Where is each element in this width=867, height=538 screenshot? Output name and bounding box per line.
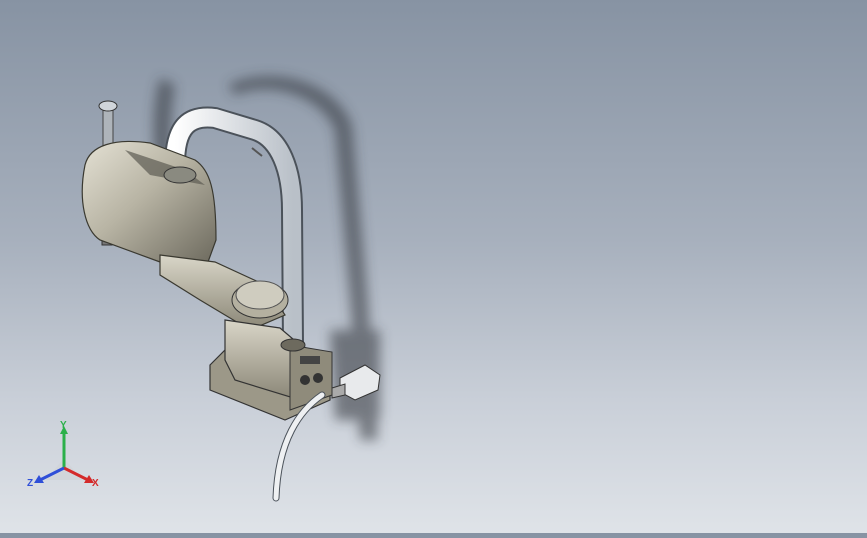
model-viewport[interactable]	[0, 0, 867, 533]
robot-arm	[159, 254, 289, 331]
x-axis-label: X	[92, 478, 99, 489]
y-axis-label: Y	[60, 420, 67, 431]
z-axis-label: Z	[27, 478, 33, 489]
axis-triad-svg: Y X Z	[27, 420, 99, 489]
axis-triad: Y X Z	[22, 418, 110, 496]
robot-model	[81, 76, 381, 502]
